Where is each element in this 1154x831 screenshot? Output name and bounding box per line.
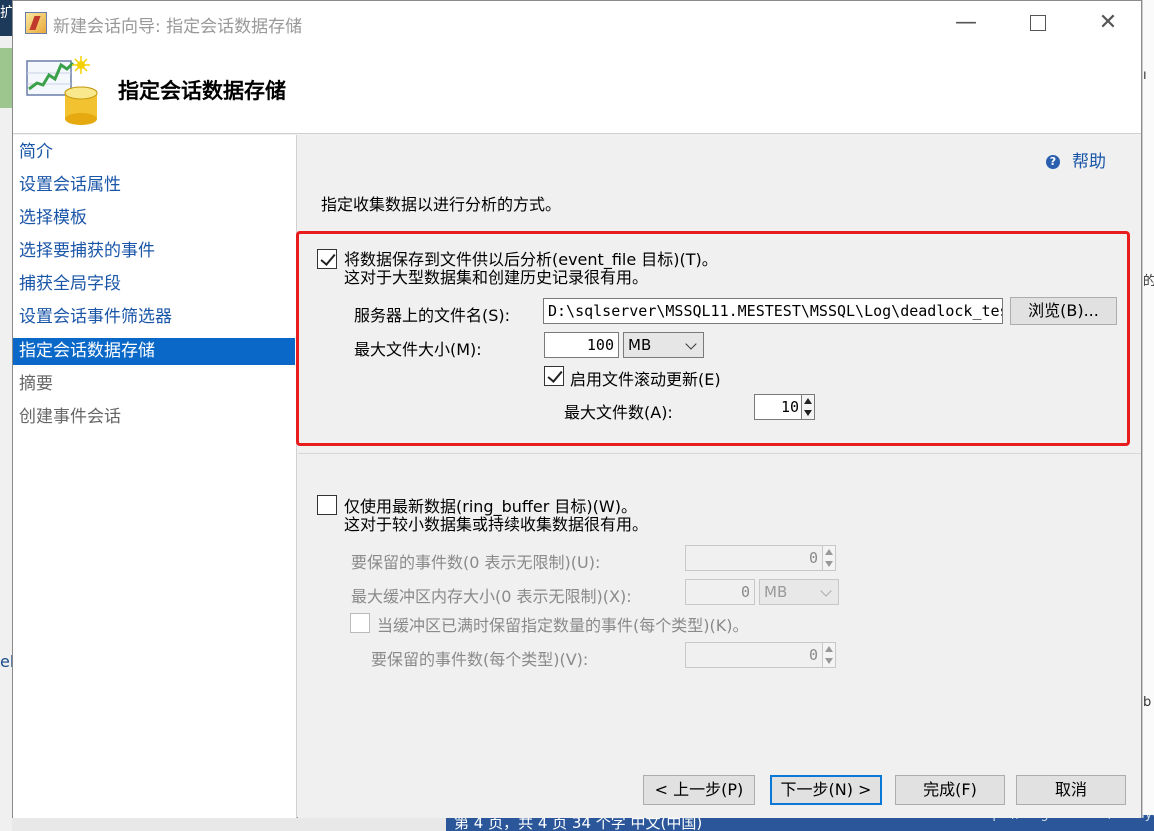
close-button[interactable]: ✕: [1093, 9, 1123, 39]
max-file-size-label: 最大文件大小(M):: [354, 340, 482, 359]
chevron-down-icon: [685, 338, 697, 350]
file-rollover-checkbox[interactable]: [544, 366, 564, 386]
previous-button[interactable]: < 上一步(P): [643, 775, 755, 805]
keep-events-label: 当缓冲区已满时保留指定数量的事件(每个类型)(K)。: [377, 616, 749, 635]
section-divider: [298, 453, 1141, 454]
file-rollover-label: 启用文件滚动更新(E): [570, 370, 721, 389]
events-per-type-label: 要保留的事件数(每个类型)(V):: [371, 650, 589, 669]
intro-text: 指定收集数据以进行分析的方式。: [321, 195, 562, 214]
keep-events-checkbox: [350, 613, 370, 633]
maximize-button[interactable]: [1023, 9, 1053, 39]
nav-item-event-filters[interactable]: 设置会话事件筛选器: [13, 304, 295, 331]
cancel-button[interactable]: 取消: [1016, 775, 1126, 805]
ring-buffer-checkbox[interactable]: [317, 495, 337, 515]
window-title: 新建会话向导: 指定会话数据存储: [53, 17, 303, 37]
max-buffer-unit-select: MB: [759, 579, 839, 605]
page-title: 指定会话数据存储: [118, 79, 286, 103]
event-file-checkbox[interactable]: [317, 249, 337, 269]
data-storage-icon: [26, 56, 98, 125]
events-to-keep-spinner: [822, 545, 836, 571]
next-button[interactable]: 下一步(N) >: [770, 775, 882, 805]
max-buffer-label: 最大缓冲区内存大小(0 表示无限制)(X):: [351, 587, 632, 606]
max-files-spinner[interactable]: [801, 394, 815, 420]
app-icon: [25, 12, 47, 34]
background-right-text-2: 的: [1143, 274, 1154, 289]
nav-item-choose-template[interactable]: 选择模板: [13, 205, 295, 232]
title-bar[interactable]: 新建会话向导: 指定会话数据存储 — ✕: [13, 1, 1141, 45]
nav-item-intro[interactable]: 简介: [13, 139, 295, 166]
max-buffer-input: 0: [685, 579, 755, 605]
max-files-label: 最大文件数(A):: [564, 403, 673, 422]
maximize-icon: [1030, 15, 1046, 31]
max-file-size-input[interactable]: 100: [544, 332, 619, 358]
main-panel: ? 帮助 指定收集数据以进行分析的方式。 将数据保存到文件供以后分析(event_…: [296, 135, 1141, 818]
chevron-down-icon: [820, 585, 832, 597]
events-to-keep-input: 0: [685, 545, 823, 571]
nav-item-summary: 摘要: [19, 374, 53, 394]
background-right-strip: ı 的 b: [1142, 0, 1154, 831]
events-per-type-spinner: [822, 642, 836, 668]
max-files-input[interactable]: 10: [754, 394, 802, 420]
nav-item-session-properties[interactable]: 设置会话属性: [13, 172, 295, 199]
event-file-desc: 这对于大型数据集和创建历史记录很有用。: [344, 268, 649, 287]
background-green-block: [0, 48, 12, 108]
background-left-strip: 扩 eb: [0, 0, 20, 831]
events-per-type-input: 0: [685, 642, 823, 668]
wizard-banner: 指定会话数据存储: [13, 45, 1141, 134]
help-label: 帮助: [1072, 152, 1106, 172]
help-icon: ?: [1046, 155, 1060, 169]
nav-item-select-events[interactable]: 选择要捕获的事件: [13, 238, 295, 265]
background-dark-block: 扩: [0, 0, 14, 36]
filename-input[interactable]: D:\sqlserver\MSSQL11.MESTEST\MSSQL\Log\d…: [543, 298, 1003, 324]
wizard-nav: 简介 设置会话属性 选择模板 选择要捕获的事件 捕获全局字段 设置会话事件筛选器…: [13, 135, 297, 818]
nav-item-create-session: 创建事件会话: [19, 407, 121, 427]
background-right-text-3: b: [1143, 695, 1152, 710]
events-to-keep-label: 要保留的事件数(0 表示无限制)(U):: [351, 553, 601, 572]
ring-buffer-desc: 这对于较小数据集或持续收集数据很有用。: [344, 515, 649, 534]
max-buffer-unit-value: MB: [764, 583, 788, 601]
help-link[interactable]: ? 帮助: [1046, 147, 1106, 172]
nav-item-global-fields[interactable]: 捕获全局字段: [13, 271, 295, 298]
max-file-size-unit-value: MB: [628, 336, 652, 354]
new-session-wizard-dialog: 新建会话向导: 指定会话数据存储 — ✕ 指定会话数据存储 简介 设置会话属性 …: [12, 0, 1142, 818]
filename-label: 服务器上的文件名(S):: [354, 306, 511, 325]
finish-button[interactable]: 完成(F): [895, 775, 1005, 805]
browse-button[interactable]: 浏览(B)...: [1010, 297, 1117, 325]
minimize-button[interactable]: —: [951, 9, 981, 39]
nav-item-data-storage[interactable]: 指定会话数据存储: [13, 338, 295, 365]
background-right-text-1: ı: [1143, 68, 1147, 83]
max-file-size-unit-select[interactable]: MB: [623, 332, 704, 358]
